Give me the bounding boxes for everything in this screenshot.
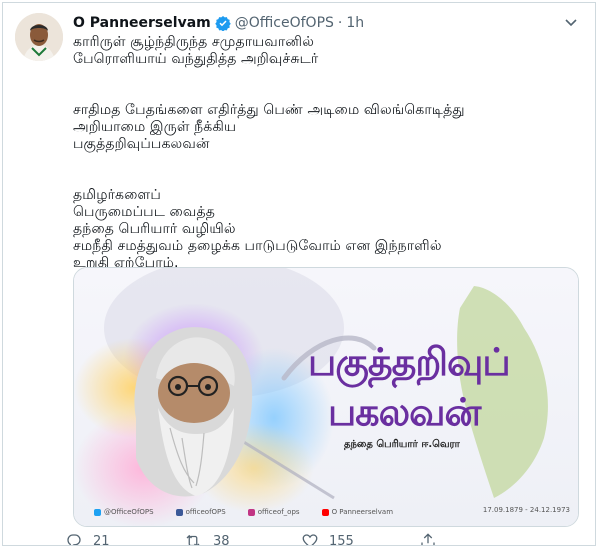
social-handle-twitter: @OfficeOfOPS <box>94 508 154 516</box>
tweet-line: பகுத்தறிவுப்பகலவன் <box>73 136 210 152</box>
instagram-icon <box>247 508 255 516</box>
poster-subtitle: தந்தை பெரியார் ஈ.வெரா <box>344 439 460 450</box>
tweet-media-image[interactable]: பகுத்தறிவுப் பகலவன் தந்தை பெரியார் ஈ.வெர… <box>73 267 579 527</box>
tweet-header: O Panneerselvam @OfficeOfOPS · 1h <box>73 13 555 33</box>
retweet-icon <box>186 534 200 545</box>
facebook-icon <box>175 508 183 516</box>
share-icon <box>421 533 435 545</box>
social-label: officeof_ops <box>257 508 300 516</box>
social-handle-youtube: O Panneerselvam <box>321 508 394 516</box>
more-options-chevron-icon[interactable] <box>561 15 581 31</box>
social-label: @OfficeOfOPS <box>104 508 154 516</box>
poster-artwork <box>74 268 578 526</box>
reply-icon <box>67 534 81 545</box>
social-handle-instagram: officeof_ops <box>247 508 300 516</box>
avatar-portrait <box>15 13 63 61</box>
separator-dot: · <box>337 15 343 31</box>
tweet-timestamp[interactable]: 1h <box>346 15 364 31</box>
like-button[interactable]: 155 <box>301 532 419 546</box>
tweet-line: தமிழர்களைப் <box>73 187 161 203</box>
tweet-line: பேரொளியாய் வந்துதித்த அறிவுச்சுடர் <box>73 51 319 67</box>
retweet-count: 38 <box>213 533 230 546</box>
tweet-line: சாதிமத பேதங்களை எதிர்த்து பெண் அடிமை வில… <box>73 102 465 118</box>
tweet-line: பெருமைப்பட வைத்த <box>73 204 215 220</box>
tweet-text: காரிருள் சூழ்ந்திருந்த சமுதாயவானில் பேரொ… <box>73 34 573 272</box>
poster-dates: 17.09.1879 - 24.12.1973 <box>482 506 570 514</box>
heart-icon <box>302 534 318 545</box>
line-break <box>73 153 573 170</box>
social-handle-facebook: officeofOPS <box>175 508 226 516</box>
verified-badge-icon <box>215 15 231 31</box>
poster-title-line1: பகுத்தறிவுப் <box>308 340 511 384</box>
author-avatar[interactable] <box>15 13 63 61</box>
line-break <box>73 170 573 187</box>
line-break <box>73 68 573 85</box>
like-count: 155 <box>329 533 354 546</box>
tweet-card[interactable]: O Panneerselvam @OfficeOfOPS · 1h காரிரு… <box>2 2 596 546</box>
share-button[interactable] <box>419 532 537 545</box>
tweet-line: அறியாமை இருள் நீக்கிய <box>73 119 237 135</box>
poster-social-handles: @OfficeOfOPS officeofOPS officeof_ops O … <box>94 508 393 516</box>
tweet-line: சமநீதி சமத்துவம் தழைக்க பாடுபடுவோம் என இ… <box>73 238 442 254</box>
tweet-line: காரிருள் சூழ்ந்திருந்த சமுதாயவானில் <box>73 34 315 50</box>
reply-button[interactable]: 21 <box>65 532 183 546</box>
retweet-button[interactable]: 38 <box>183 532 301 546</box>
youtube-icon <box>321 508 329 516</box>
author-name[interactable]: O Panneerselvam <box>73 15 211 31</box>
reply-count: 21 <box>93 533 110 546</box>
author-handle[interactable]: @OfficeOfOPS <box>235 15 334 31</box>
tweet-actions: 21 38 155 <box>65 531 545 546</box>
twitter-icon <box>94 508 101 516</box>
tweet-line: தந்தை பெரியார் வழியில் <box>73 221 236 237</box>
social-label: O Panneerselvam <box>331 508 394 516</box>
line-break <box>73 85 573 102</box>
social-label: officeofOPS <box>185 508 226 516</box>
poster-title-line2: பகலவன் <box>328 390 481 434</box>
